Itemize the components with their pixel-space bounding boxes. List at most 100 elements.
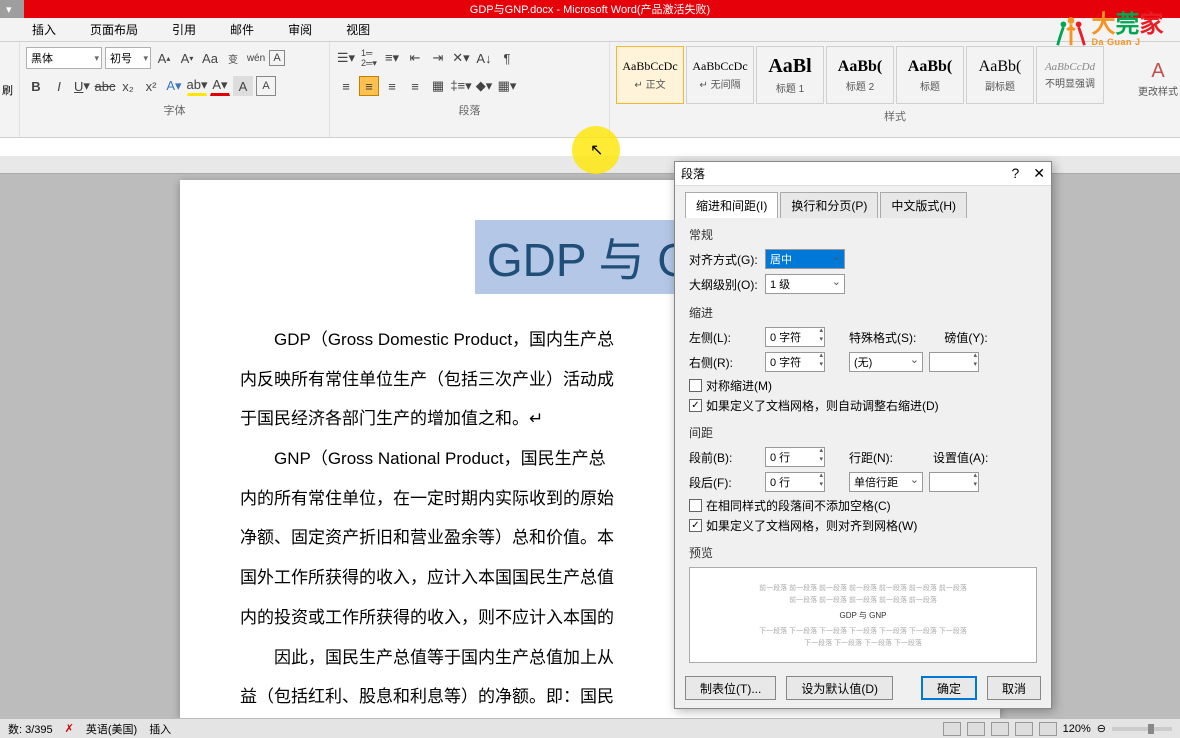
print-layout-view[interactable]: [943, 722, 961, 736]
borders-icon[interactable]: ▦▾: [497, 76, 517, 96]
asian-layout-icon[interactable]: ✕▾: [451, 48, 471, 68]
font-name-combo[interactable]: 黑体: [26, 47, 102, 69]
justify-icon[interactable]: ≡: [405, 76, 425, 96]
menu-bar: 插入 页面布局 引用 邮件 审阅 视图: [0, 18, 1180, 42]
menu-insert[interactable]: 插入: [32, 21, 56, 38]
align-right-icon[interactable]: ≡: [382, 76, 402, 96]
mirror-checkbox[interactable]: [689, 379, 702, 392]
font-color-icon[interactable]: A▾: [210, 76, 230, 96]
qat-icon[interactable]: ▾: [6, 3, 18, 15]
align-center-icon[interactable]: ≡: [359, 76, 379, 96]
at-spinner[interactable]: [929, 472, 979, 492]
shading-icon[interactable]: ◆▾: [474, 76, 494, 96]
menu-view[interactable]: 视图: [346, 21, 370, 38]
grid-indent-checkbox[interactable]: ✓: [689, 399, 702, 412]
same-style-checkbox[interactable]: [689, 499, 702, 512]
tab-asian[interactable]: 中文版式(H): [880, 192, 967, 218]
format-painter[interactable]: 刷: [0, 42, 20, 137]
superscript-icon[interactable]: x²: [141, 76, 161, 96]
subscript-icon[interactable]: x₂: [118, 76, 138, 96]
insert-mode[interactable]: 插入: [149, 721, 171, 737]
decrease-indent-icon[interactable]: ⇤: [405, 48, 425, 68]
underline-icon[interactable]: U▾: [72, 76, 92, 96]
by-spinner[interactable]: [929, 352, 979, 372]
strikethrough-icon[interactable]: abc: [95, 76, 115, 96]
close-icon[interactable]: ✕: [1033, 165, 1045, 182]
outline-combo[interactable]: 1 级: [765, 274, 845, 294]
style-heading2[interactable]: AaBb(标题 2: [826, 46, 894, 104]
show-marks-icon[interactable]: ¶: [497, 48, 517, 68]
zoom-out-icon[interactable]: ⊖: [1097, 722, 1106, 735]
indent-left-spinner[interactable]: 0 字符: [765, 327, 825, 347]
align-combo[interactable]: 居中: [765, 249, 845, 269]
italic-icon[interactable]: I: [49, 76, 69, 96]
shrink-font-icon[interactable]: A▾: [177, 48, 197, 68]
char-border-icon[interactable]: A: [256, 76, 276, 96]
zoom-slider[interactable]: [1112, 727, 1172, 731]
page-count[interactable]: 数: 3/395: [8, 721, 53, 737]
align-left-icon[interactable]: ≡: [336, 76, 356, 96]
distribute-icon[interactable]: ▦: [428, 76, 448, 96]
bold-icon[interactable]: B: [26, 76, 46, 96]
after-spinner[interactable]: 0 行: [765, 472, 825, 492]
phonetic-icon[interactable]: 变: [223, 48, 243, 68]
ok-button[interactable]: 确定: [921, 676, 977, 700]
cancel-button[interactable]: 取消: [987, 676, 1041, 700]
multilevel-icon[interactable]: ≡▾: [382, 48, 402, 68]
line-combo[interactable]: 单倍行距: [849, 472, 923, 492]
watermark-logo: 大莞家 Da Guan J: [1035, 2, 1180, 58]
reading-view[interactable]: [967, 722, 985, 736]
tab-indent-spacing[interactable]: 缩进和间距(I): [685, 192, 778, 218]
proofing-icon[interactable]: ✗: [65, 722, 74, 735]
menu-review[interactable]: 审阅: [288, 21, 312, 38]
line-spacing-icon[interactable]: ‡≡▾: [451, 76, 471, 96]
draft-view[interactable]: [1039, 722, 1057, 736]
default-button[interactable]: 设为默认值(D): [786, 676, 893, 700]
section-preview: 预览: [689, 544, 1037, 561]
indent-right-spinner[interactable]: 0 字符: [765, 352, 825, 372]
paragraph-group: ☰▾ 1═2═▾ ≡▾ ⇤ ⇥ ✕▾ A↓ ¶ ≡ ≡ ≡ ≡ ▦ ‡≡▾ ◆▾…: [330, 42, 610, 137]
tabs-button[interactable]: 制表位(T)...: [685, 676, 776, 700]
paragraph-group-label: 段落: [336, 102, 603, 118]
tab-line-breaks[interactable]: 换行和分页(P): [780, 192, 878, 218]
at-label: 设置值(A):: [933, 449, 988, 466]
change-case-icon[interactable]: Aa: [200, 48, 220, 68]
sort-icon[interactable]: A↓: [474, 48, 494, 68]
change-styles-button[interactable]: A 更改样式: [1138, 60, 1178, 98]
style-nospacing[interactable]: AaBbCcDc↵ 无间隔: [686, 46, 754, 104]
style-heading1[interactable]: AaBl标题 1: [756, 46, 824, 104]
font-size-combo[interactable]: 初号: [105, 47, 151, 69]
grid-spacing-checkbox[interactable]: ✓: [689, 519, 702, 532]
outline-view[interactable]: [1015, 722, 1033, 736]
quick-access-toolbar: ▾: [0, 0, 24, 18]
style-normal[interactable]: AaBbCcDc↵ 正文: [616, 46, 684, 104]
numbering-icon[interactable]: 1═2═▾: [359, 48, 379, 68]
dialog-tabs: 缩进和间距(I) 换行和分页(P) 中文版式(H): [675, 186, 1051, 218]
before-spinner[interactable]: 0 行: [765, 447, 825, 467]
help-icon[interactable]: ?: [1011, 165, 1019, 182]
style-subtitle[interactable]: AaBb(副标题: [966, 46, 1034, 104]
text-effects-icon[interactable]: A▾: [164, 76, 184, 96]
language[interactable]: 英语(美国): [86, 721, 137, 737]
ribbon: 刷 黑体 初号 A▴ A▾ Aa 变 wén A B I U▾ abc x₂ x…: [0, 42, 1180, 138]
bullets-icon[interactable]: ☰▾: [336, 48, 356, 68]
by-label: 磅值(Y):: [944, 329, 987, 346]
char-shading-icon[interactable]: A: [233, 76, 253, 96]
section-general: 常规: [689, 226, 1037, 243]
menu-references[interactable]: 引用: [172, 21, 196, 38]
grow-font-icon[interactable]: A▴: [154, 48, 174, 68]
style-title[interactable]: AaBb(标题: [896, 46, 964, 104]
align-label: 对齐方式(G):: [689, 251, 759, 268]
dialog-titlebar[interactable]: 段落 ? ✕: [675, 162, 1051, 186]
enclose-char-icon[interactable]: A: [269, 50, 285, 66]
menu-mailings[interactable]: 邮件: [230, 21, 254, 38]
document-title: GDP 与 G: [475, 220, 705, 294]
dialog-title-text: 段落: [681, 165, 705, 182]
web-view[interactable]: [991, 722, 1009, 736]
zoom-level[interactable]: 120%: [1063, 723, 1091, 735]
menu-layout[interactable]: 页面布局: [90, 21, 138, 38]
increase-indent-icon[interactable]: ⇥: [428, 48, 448, 68]
highlight-icon[interactable]: ab▾: [187, 76, 207, 96]
special-combo[interactable]: (无): [849, 352, 923, 372]
clear-format-icon[interactable]: wén: [246, 48, 266, 68]
